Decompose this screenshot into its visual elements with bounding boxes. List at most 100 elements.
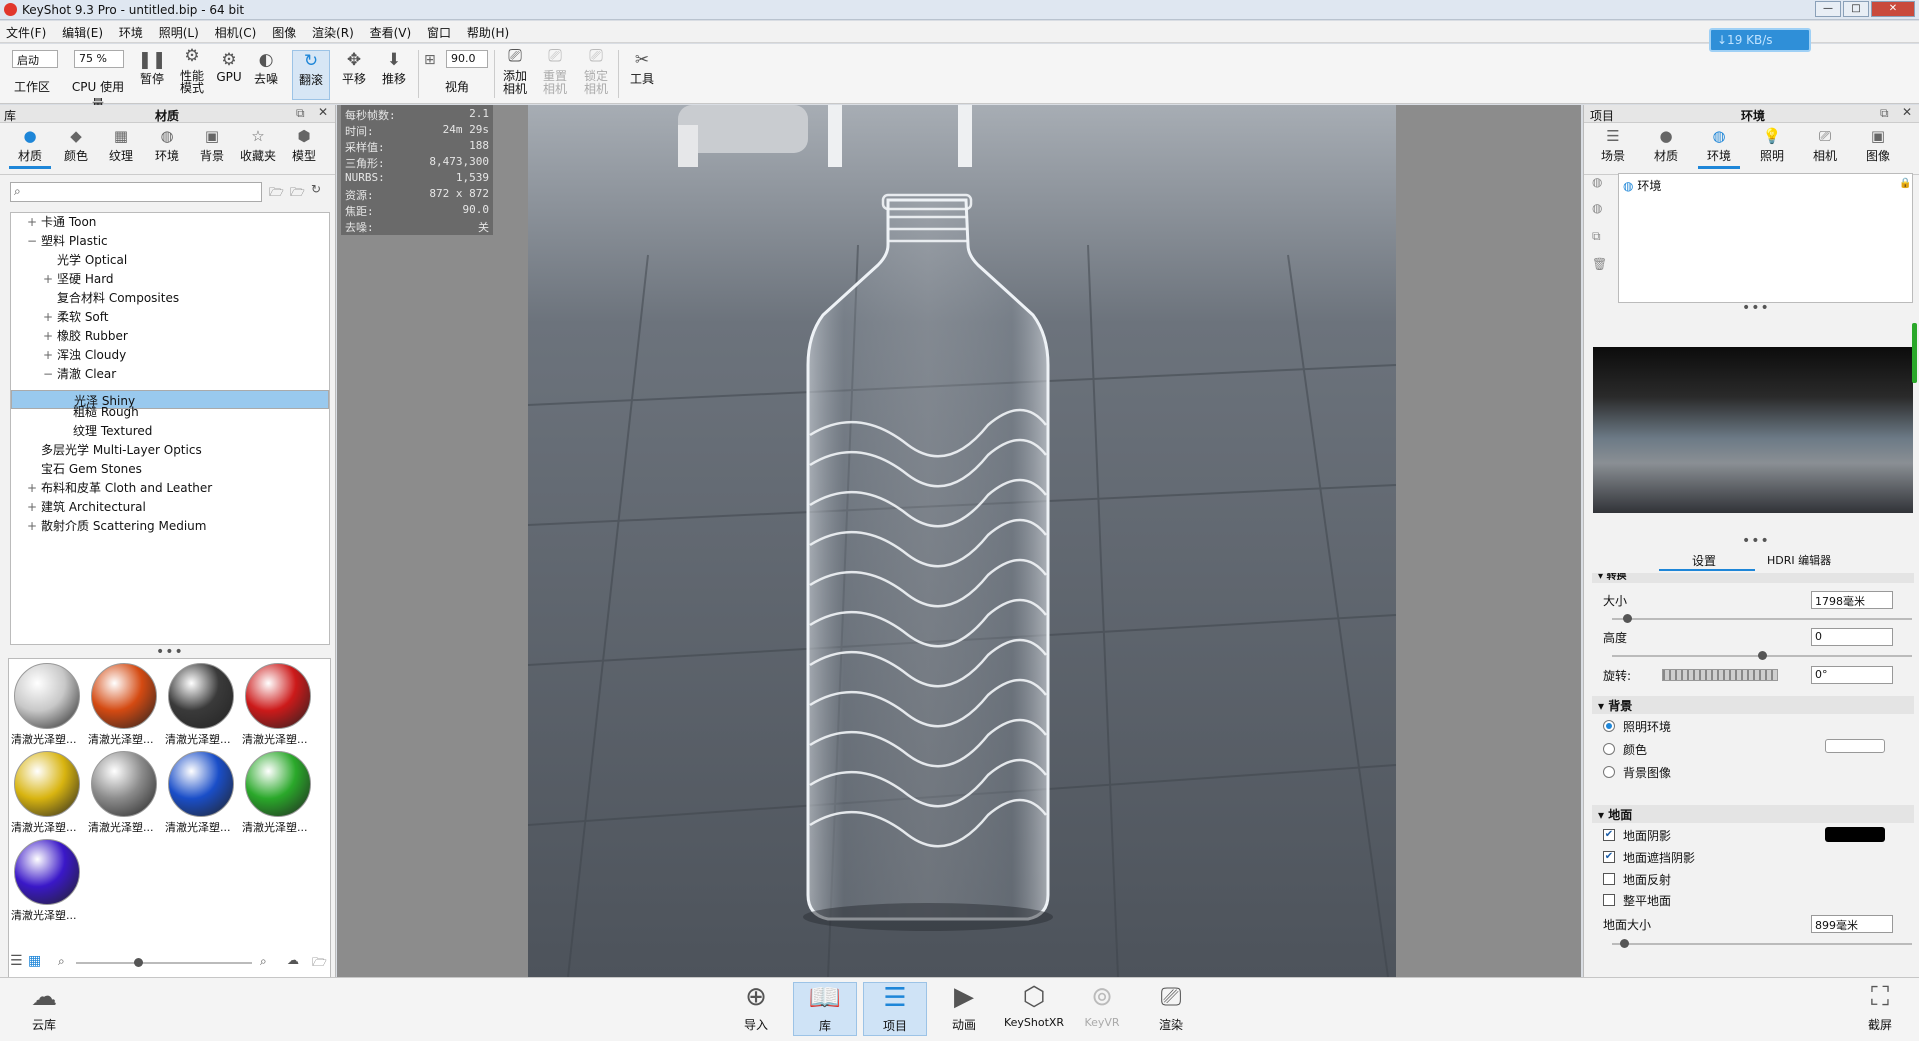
duplicate-environment-icon[interactable]: ◍ <box>1592 201 1602 215</box>
tree-item[interactable]: − 清澈 Clear <box>11 365 329 384</box>
library-search-input[interactable] <box>10 182 262 202</box>
animation-button[interactable]: ▶ 动画 <box>932 982 996 1036</box>
tab-camera[interactable]: ⎚ 相机 <box>1804 127 1846 164</box>
height-input[interactable]: 0 <box>1811 628 1893 646</box>
menu-view[interactable]: 查看(V) <box>364 21 418 41</box>
expand-icon[interactable]: + <box>43 346 53 365</box>
render-button[interactable]: ⎚ 渲染 <box>1139 982 1203 1036</box>
height-slider-knob[interactable] <box>1758 651 1767 660</box>
dolly-button[interactable]: ⬇ 推移 <box>378 50 410 87</box>
menu-file[interactable]: 文件(F) <box>0 21 52 41</box>
tree-item[interactable]: 粗糙 Rough <box>11 403 329 422</box>
expand-icon[interactable]: + <box>43 308 53 327</box>
tumble-button[interactable]: ↻ 翻滚 <box>292 50 330 100</box>
tab-settings[interactable]: 设置 <box>1692 552 1716 569</box>
ground-size-input[interactable]: 899毫米 <box>1811 915 1893 933</box>
reset-camera-button[interactable]: ⎚ 重置 相机 <box>540 48 570 96</box>
menu-render[interactable]: 渲染(R) <box>306 21 360 41</box>
close-icon[interactable]: ✕ <box>1902 105 1912 119</box>
maximize-button[interactable]: □ <box>1843 1 1869 17</box>
tree-item[interactable]: + 建筑 Architectural <box>11 498 329 517</box>
flatten-ground-checkbox[interactable] <box>1603 894 1615 906</box>
tree-item[interactable]: + 散射介质 Scattering Medium <box>11 517 329 536</box>
minimize-button[interactable]: — <box>1815 1 1841 17</box>
tab-material[interactable]: ● 材质 <box>1645 127 1687 164</box>
tab-image[interactable]: ▣ 图像 <box>1857 127 1899 164</box>
lock-icon[interactable]: 🔒 <box>1899 178 1911 189</box>
render-view[interactable] <box>528 105 1396 977</box>
tree-item[interactable]: − 塑料 Plastic <box>11 232 329 251</box>
menu-edit[interactable]: 编辑(E) <box>56 21 109 41</box>
bg-lighting-radio[interactable] <box>1603 720 1615 732</box>
size-slider-knob[interactable] <box>1623 614 1632 623</box>
tree-item[interactable]: 纹理 Textured <box>11 422 329 441</box>
expand-icon[interactable]: + <box>43 270 53 289</box>
zoom-out-icon[interactable]: ⌕ <box>58 954 65 969</box>
denoise-button[interactable]: ◐ 去噪 <box>250 50 282 87</box>
tab-lighting[interactable]: 💡 照明 <box>1751 127 1793 164</box>
ground-shadow-checkbox[interactable]: ✔ <box>1603 829 1615 841</box>
tab-environments[interactable]: ◍ 环境 <box>146 127 188 164</box>
expand-icon[interactable]: + <box>27 213 37 232</box>
bg-color-swatch[interactable] <box>1825 739 1885 753</box>
close-icon[interactable]: ✕ <box>318 105 328 119</box>
material-thumbnail[interactable]: 清澈光泽塑... <box>11 661 83 747</box>
collapse-icon[interactable]: − <box>27 232 37 251</box>
ground-section-header[interactable]: ▾ 地面 <box>1592 805 1914 823</box>
tab-environment[interactable]: ◍ 环境 <box>1698 127 1740 169</box>
collapse-icon[interactable]: − <box>43 365 53 384</box>
screenshot-button[interactable]: ⛶ 截屏 <box>1848 982 1912 1036</box>
scrollbar[interactable] <box>1912 323 1917 383</box>
library-button[interactable]: 📖 库 <box>793 982 857 1036</box>
splitter-handle[interactable]: ••• <box>1742 533 1770 549</box>
undock-icon[interactable]: ⧉ <box>296 106 305 121</box>
expand-icon[interactable]: + <box>27 517 37 536</box>
tree-item[interactable]: + 卡通 Toon <box>11 213 329 232</box>
background-section-header[interactable]: ▾ 背景 <box>1592 696 1914 714</box>
gpu-button[interactable]: ⚙ GPU <box>214 50 244 84</box>
menu-help[interactable]: 帮助(H) <box>461 21 515 41</box>
size-input[interactable]: 1798毫米 <box>1811 591 1893 609</box>
shadow-color-swatch[interactable] <box>1825 827 1885 842</box>
zoom-in-icon[interactable]: ⌕ <box>260 954 267 969</box>
performance-mode-button[interactable]: ⚙ 性能 模式 <box>174 48 210 95</box>
undock-icon[interactable]: ⧉ <box>1880 106 1889 121</box>
material-thumbnail[interactable]: 清澈光泽塑... <box>88 749 160 835</box>
import-button[interactable]: ⊕ 导入 <box>724 982 788 1036</box>
tab-hdri-editor[interactable]: HDRI 编辑器 <box>1767 552 1831 568</box>
cpu-select[interactable]: 75 % <box>74 50 124 68</box>
hdri-preview[interactable] <box>1593 347 1913 513</box>
rotation-input[interactable]: 0° <box>1811 666 1893 684</box>
list-view-icon[interactable]: ☰ <box>10 953 23 969</box>
transform-section-header[interactable]: ▾ 转换 <box>1592 573 1914 583</box>
tree-item[interactable]: + 浑浊 Cloudy <box>11 346 329 365</box>
tab-textures[interactable]: ▦ 纹理 <box>100 127 142 164</box>
ground-occlusion-checkbox[interactable]: ✔ <box>1603 851 1615 863</box>
tree-item[interactable]: + 坚硬 Hard <box>11 270 329 289</box>
environment-list-item[interactable]: ◍ 环境 <box>1623 177 1661 194</box>
rotation-wheel[interactable] <box>1662 669 1778 681</box>
menu-environment[interactable]: 环境 <box>113 21 149 41</box>
material-thumbnail[interactable]: 清澈光泽塑... <box>88 661 160 747</box>
keyshotxr-button[interactable]: ⬡ KeyShotXR <box>1000 982 1068 1036</box>
cloud-library-button[interactable]: ☁ 云库 <box>12 982 76 1036</box>
tree-item[interactable]: 宝石 Gem Stones <box>11 460 329 479</box>
tab-favorites[interactable]: ☆ 收藏夹 <box>237 127 279 164</box>
tools-button[interactable]: ✂ 工具 <box>626 50 658 87</box>
expand-icon[interactable]: + <box>43 327 53 346</box>
add-folder-icon[interactable]: 🗁 <box>290 183 305 204</box>
expand-icon[interactable]: + <box>27 498 37 517</box>
thumbnail-size-slider[interactable] <box>76 962 252 964</box>
menu-image[interactable]: 图像 <box>266 21 302 41</box>
bg-image-radio[interactable] <box>1603 766 1615 778</box>
bg-color-radio[interactable] <box>1603 743 1615 755</box>
add-camera-button[interactable]: ⎚ 添加 相机 <box>500 48 530 96</box>
menu-camera[interactable]: 相机(C) <box>209 21 263 41</box>
menu-window[interactable]: 窗口 <box>421 21 457 41</box>
material-thumbnail[interactable]: 清澈光泽塑... <box>165 661 237 747</box>
tree-item[interactable]: + 橡胶 Rubber <box>11 327 329 346</box>
ground-reflection-checkbox[interactable] <box>1603 873 1615 885</box>
ground-size-slider-knob[interactable] <box>1620 939 1629 948</box>
material-thumbnail[interactable]: 清澈光泽塑... <box>242 661 314 747</box>
download-speed-badge[interactable]: ↓19 KB/s <box>1709 28 1811 52</box>
